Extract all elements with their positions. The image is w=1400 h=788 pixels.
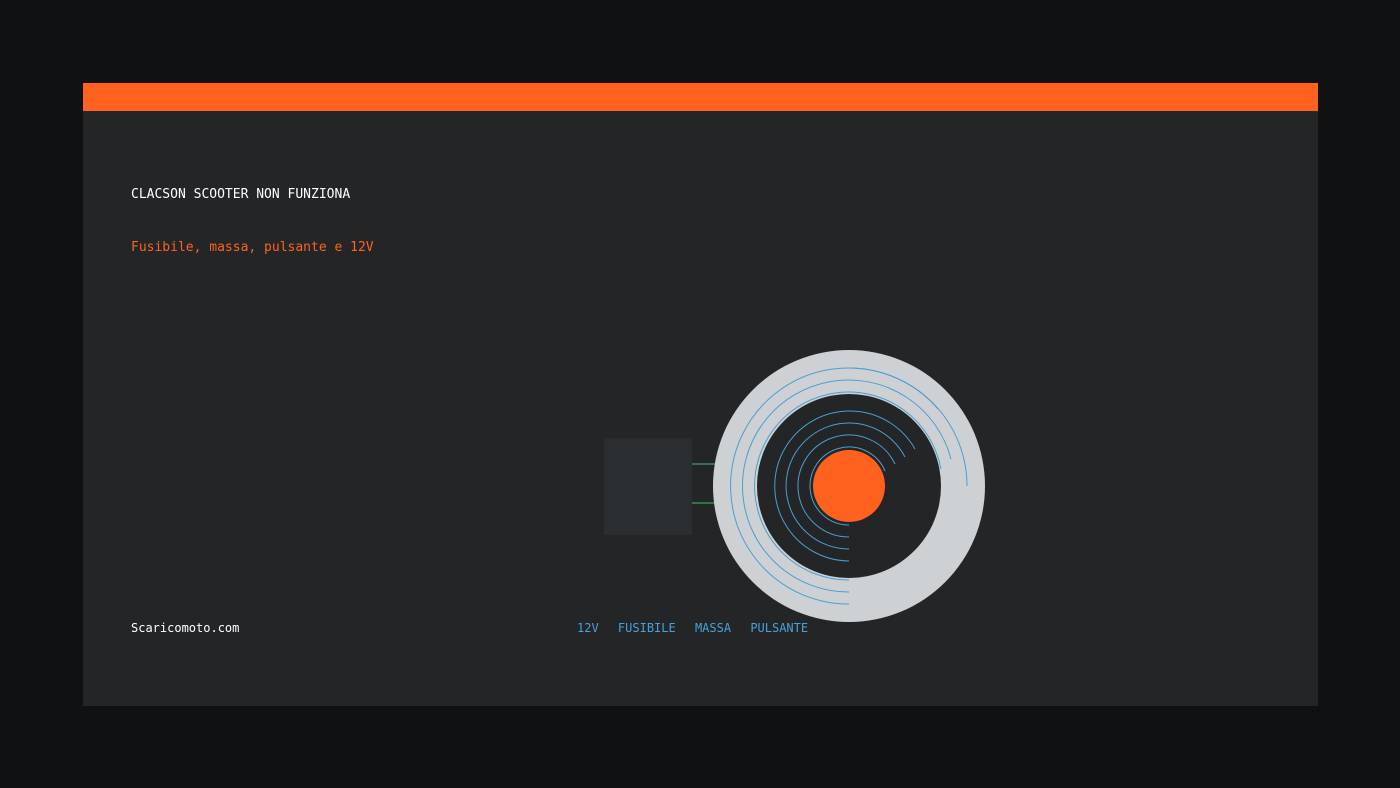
page-subtitle: Fusibile, massa, pulsante e 12V: [131, 240, 374, 255]
tag-massa: MASSA: [694, 621, 732, 635]
horn-illustration: [603, 349, 1003, 633]
tag-pulsante: PULSANTE: [750, 621, 809, 635]
horn-center: [813, 450, 885, 522]
tag-fusibile: FUSIBILE: [617, 621, 676, 635]
tag-list: 12V FUSIBILE MASSA PULSANTE: [577, 621, 808, 635]
accent-bar: [83, 83, 1318, 111]
horn-icon: [604, 350, 985, 622]
connector-block: [604, 438, 692, 535]
page-title: CLACSON SCOOTER NON FUNZIONA: [131, 187, 351, 202]
tag-12v: 12V: [577, 621, 599, 635]
brand-label: Scaricomoto.com: [131, 621, 240, 635]
card: CLACSON SCOOTER NON FUNZIONA Fusibile, m…: [83, 83, 1318, 706]
